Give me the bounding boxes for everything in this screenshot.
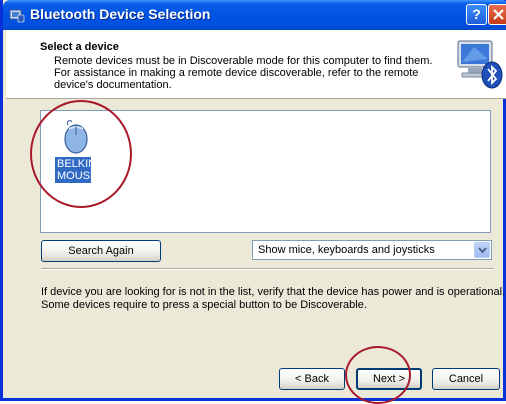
close-icon bbox=[493, 9, 504, 20]
annotation-circle-device bbox=[30, 100, 132, 208]
window-title: Bluetooth Device Selection bbox=[30, 6, 211, 22]
header-desc-line: For assistance in making a remote device… bbox=[54, 67, 419, 79]
help-icon: ? bbox=[472, 6, 481, 22]
info-line: If device you are looking for is not in … bbox=[41, 286, 506, 298]
title-bar[interactable]: Bluetooth Device Selection ? bbox=[3, 0, 506, 30]
header-description: Remote devices must be in Discoverable m… bbox=[54, 55, 449, 91]
close-button[interactable] bbox=[488, 4, 506, 25]
bluetooth-computer-icon bbox=[457, 40, 503, 89]
annotation-circle-next bbox=[345, 346, 411, 404]
dropdown-arrow-button[interactable] bbox=[474, 242, 490, 258]
separator bbox=[41, 268, 493, 270]
wizard-header: Select a device Remote devices must be i… bbox=[6, 30, 506, 99]
bluetooth-dialog-window: Bluetooth Device Selection ? Select a de… bbox=[0, 0, 506, 404]
search-again-button[interactable]: Search Again bbox=[41, 240, 161, 262]
help-button[interactable]: ? bbox=[466, 4, 487, 25]
header-title: Select a device bbox=[40, 41, 119, 53]
bluetooth-devices-icon bbox=[9, 9, 25, 23]
device-filter-value: Show mice, keyboards and joysticks bbox=[258, 244, 435, 256]
back-button[interactable]: < Back bbox=[279, 368, 345, 390]
chevron-down-icon bbox=[478, 247, 487, 254]
info-text: If device you are looking for is not in … bbox=[41, 286, 506, 312]
header-desc-line: Remote devices must be in Discoverable m… bbox=[54, 55, 433, 67]
info-line: Some devices require to press a special … bbox=[41, 299, 367, 311]
header-desc-line: device's documentation. bbox=[54, 79, 172, 91]
cancel-button[interactable]: Cancel bbox=[432, 368, 500, 390]
device-filter-dropdown[interactable]: Show mice, keyboards and joysticks bbox=[252, 240, 492, 260]
